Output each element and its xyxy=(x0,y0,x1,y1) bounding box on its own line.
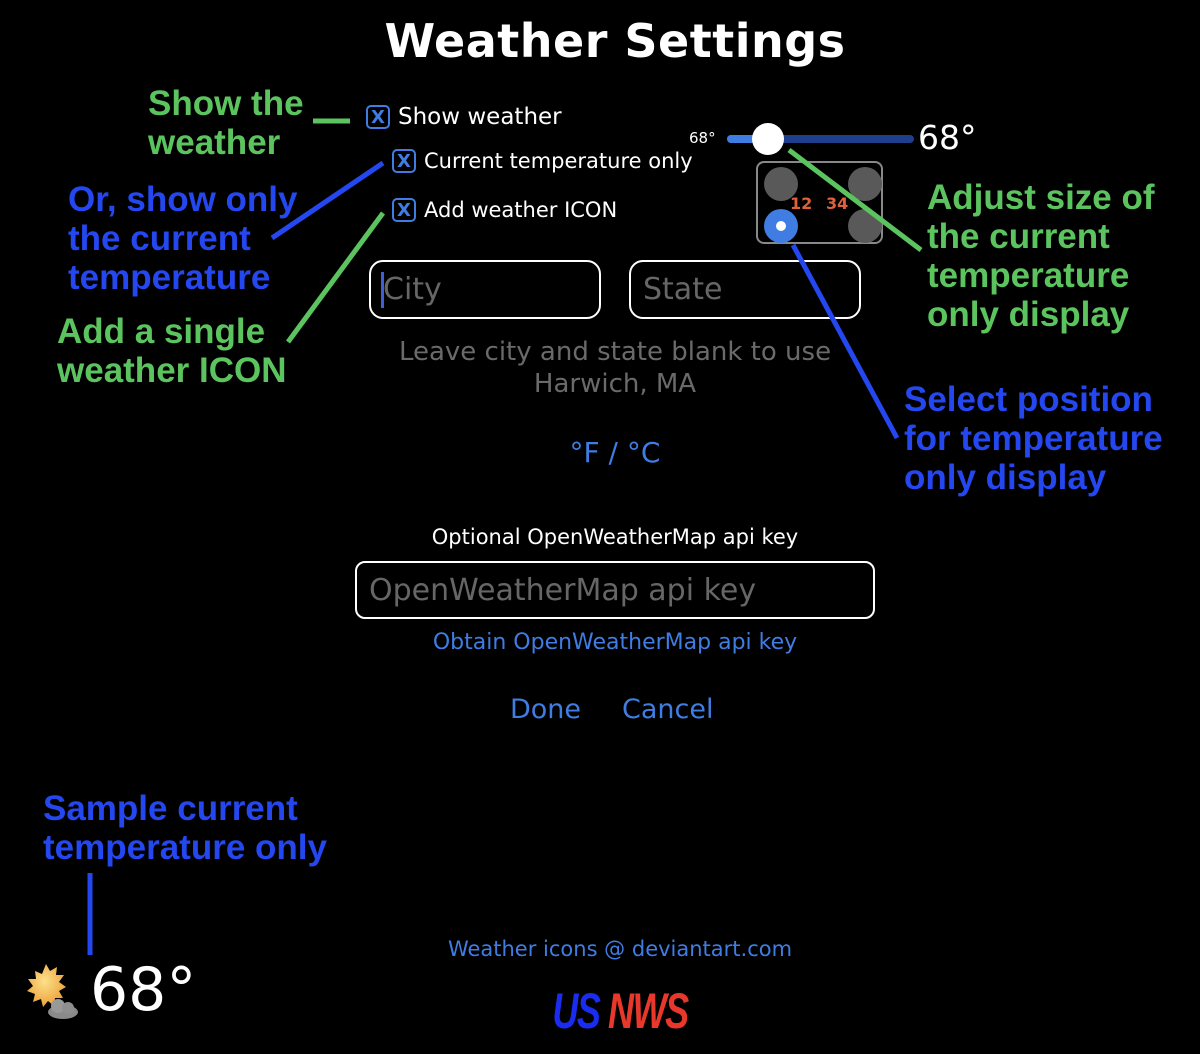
size-slider[interactable] xyxy=(727,123,914,155)
checkbox-x-icon[interactable]: X xyxy=(392,149,416,173)
annotation-line: Sample current xyxy=(43,789,298,828)
checkbox-x-icon[interactable]: X xyxy=(366,105,390,129)
position-bottom-left-button[interactable] xyxy=(764,209,798,243)
slider-thumb[interactable] xyxy=(752,123,785,155)
annotation-line: weather ICON xyxy=(57,351,287,390)
slider-min-label: 68° xyxy=(689,129,716,147)
current-temperature-only-checkbox[interactable]: X Current temperature only xyxy=(392,149,693,173)
logo-us: US xyxy=(552,983,601,1039)
annotation-line: temperature only xyxy=(43,828,327,867)
annotation-line: temperature xyxy=(68,258,271,297)
city-input[interactable] xyxy=(369,260,601,319)
annotation-line: weather xyxy=(148,123,281,162)
partly-sunny-icon xyxy=(18,962,80,1022)
text-cursor xyxy=(381,272,384,308)
slider-value-label: 68° xyxy=(918,118,977,157)
checkbox-x-icon[interactable]: X xyxy=(392,198,416,222)
sample-temperature: 68° xyxy=(90,955,197,1025)
api-key-label: Optional OpenWeatherMap api key xyxy=(431,525,799,549)
us-nws-logo: US NWS xyxy=(520,982,720,1040)
show-weather-checkbox[interactable]: X Show weather xyxy=(366,104,562,130)
position-picker: 12 34 xyxy=(756,161,883,244)
add-weather-icon-label: Add weather ICON xyxy=(424,198,618,222)
annotation-sample: Sample current temperature only xyxy=(43,789,327,867)
state-input[interactable] xyxy=(629,260,861,319)
annotation-line: the current xyxy=(68,219,251,258)
position-label-34: 34 xyxy=(826,194,849,213)
position-top-right-button[interactable] xyxy=(848,167,882,201)
units-toggle-button[interactable]: °F / °C xyxy=(540,436,690,469)
annotation-line: Select position xyxy=(904,380,1153,419)
add-weather-icon-checkbox[interactable]: X Add weather ICON xyxy=(392,198,617,222)
page-title: Weather Settings xyxy=(384,14,846,68)
annotation-line: Add a single xyxy=(57,312,266,351)
annotation-line: only display xyxy=(927,295,1130,334)
annotation-line: Adjust size of xyxy=(927,178,1155,217)
location-hint-line1: Leave city and state blank to use xyxy=(398,337,832,367)
annotation-show-weather: Show the weather xyxy=(148,84,304,162)
annotation-adjust-size: Adjust size of the current temperature o… xyxy=(927,178,1155,334)
logo-nws: NWS xyxy=(608,983,689,1039)
annotation-current-only: Or, show only the current temperature xyxy=(68,180,297,297)
api-key-input[interactable] xyxy=(355,561,875,619)
annotation-line: Or, show only xyxy=(68,180,298,219)
annotation-line: Show the xyxy=(148,84,304,123)
cancel-button[interactable]: Cancel xyxy=(622,694,713,725)
annotation-line: for temperature xyxy=(904,419,1163,458)
location-hint-line2: Harwich, MA xyxy=(533,369,697,399)
weather-icons-credit-link[interactable]: Weather icons @ deviantart.com xyxy=(420,937,820,961)
annotation-line: the current xyxy=(927,217,1110,256)
obtain-api-key-link[interactable]: Obtain OpenWeatherMap api key xyxy=(360,630,870,655)
annotation-line: temperature xyxy=(927,256,1130,295)
done-button[interactable]: Done xyxy=(510,694,581,725)
annotation-line: only display xyxy=(904,458,1107,497)
annotation-select-position: Select position for temperature only dis… xyxy=(904,380,1163,497)
current-temperature-only-label: Current temperature only xyxy=(424,149,693,173)
annotation-single-icon: Add a single weather ICON xyxy=(57,312,287,390)
show-weather-label: Show weather xyxy=(398,104,562,130)
position-label-12: 12 xyxy=(790,194,813,213)
position-bottom-right-button[interactable] xyxy=(848,209,882,243)
